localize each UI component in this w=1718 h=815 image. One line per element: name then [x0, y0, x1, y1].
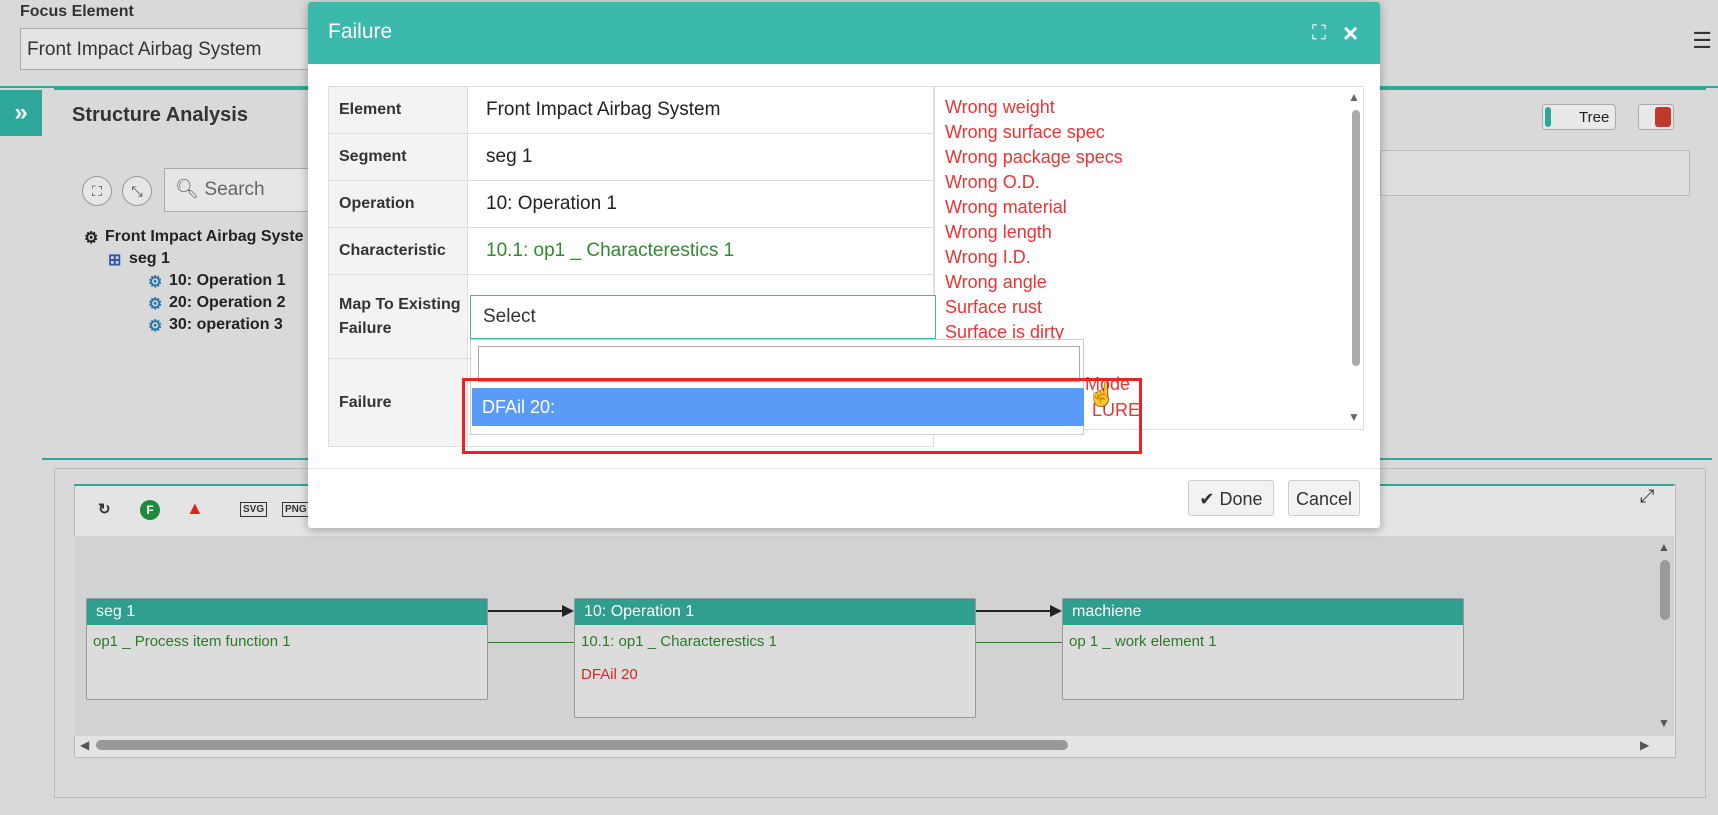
list-scroll-down-icon[interactable]: ▼ [1348, 410, 1360, 424]
search-placeholder: Search [204, 179, 265, 200]
search-field-ghost [1380, 150, 1690, 196]
dialog-title: Failure [328, 20, 393, 43]
tree-node-system[interactable]: ⚙ Front Impact Airbag Syste [84, 228, 304, 247]
expand-all-icon[interactable]: ⛶ [82, 176, 112, 206]
panel-title: Structure Analysis [72, 104, 248, 126]
failure-label: Failure [328, 358, 468, 447]
search-icon: 🔍︎ [175, 179, 200, 200]
tree-search-input[interactable]: 🔍︎ Search [164, 168, 324, 212]
operation-label: Operation [328, 180, 468, 228]
list-scroll-up-icon[interactable]: ▲ [1348, 90, 1360, 104]
segment-value: seg 1 [467, 133, 934, 181]
collapse-all-icon[interactable]: ⤡ [122, 176, 152, 206]
refresh-icon[interactable]: ↻ [98, 500, 111, 518]
sidebar-expand-button[interactable]: » [0, 90, 42, 136]
dialog-header: Failure ⛶ × [308, 2, 1380, 64]
close-icon[interactable]: × [1343, 18, 1358, 49]
focus-element-label: Focus Element [20, 3, 134, 20]
arrow-head [1050, 605, 1062, 617]
export-png-icon[interactable]: PNG [282, 502, 310, 517]
scroll-right-icon[interactable]: ▶ [1640, 738, 1649, 752]
scroll-up-icon[interactable]: ▲ [1658, 540, 1670, 554]
maximize-icon[interactable]: ⛶ [1312, 22, 1326, 45]
list-item[interactable]: Wrong O.D. [935, 170, 1363, 195]
diagram-node-operation[interactable]: 10: Operation 1 10.1: op1 _ Characterest… [574, 598, 976, 718]
node-characteristic: 10.1: op1 _ Characterestics 1 [581, 633, 777, 650]
red-toggle[interactable] [1638, 104, 1674, 130]
list-item[interactable]: Surface rust [935, 295, 1363, 320]
scroll-down-icon[interactable]: ▼ [1658, 716, 1670, 730]
list-item[interactable]: Wrong angle [935, 270, 1363, 295]
settings-sliders-icon[interactable]: ☰ [1692, 28, 1712, 54]
tree-node-operation-1[interactable]: ⚙ 10: Operation 1 [148, 272, 285, 291]
vertical-scrollbar[interactable] [1660, 560, 1670, 620]
list-item[interactable]: Wrong weight [935, 95, 1363, 120]
done-button[interactable]: ✔ Done [1188, 480, 1274, 516]
scroll-left-icon[interactable]: ◀ [80, 738, 89, 752]
gears-icon: ⚙ [84, 230, 99, 247]
link-line [976, 642, 1062, 643]
list-item[interactable]: Wrong I.D. [935, 245, 1363, 270]
connector-arrow [488, 610, 562, 612]
node-title: machiene [1063, 599, 1463, 625]
tree-toggle[interactable]: Tree [1542, 104, 1616, 130]
operation-value: 10: Operation 1 [467, 180, 934, 228]
node-work-element: op 1 _ work element 1 [1069, 633, 1217, 650]
characteristic-value: 10.1: op1 _ Characterestics 1 [467, 227, 934, 275]
arrow-head [562, 605, 574, 617]
element-value: Front Impact Airbag System [467, 86, 934, 134]
fullscreen-icon[interactable]: ⤢ [1640, 486, 1654, 507]
horizontal-scrollbar[interactable] [96, 740, 1068, 750]
node-failure: DFAil 20 [581, 666, 638, 683]
operation-icon: ⚙ [148, 318, 163, 335]
node-title: seg 1 [87, 599, 487, 625]
list-scrollbar[interactable] [1352, 110, 1360, 366]
list-item[interactable]: Wrong material [935, 195, 1363, 220]
tree-node-operation-3[interactable]: ⚙ 30: operation 3 [148, 316, 283, 335]
diagram-node-segment[interactable]: seg 1 op1 _ Process item function 1 [86, 598, 488, 700]
dropdown-search-input[interactable] [478, 346, 1080, 382]
segment-icon: ⊞ [108, 252, 122, 269]
connector-arrow [976, 610, 1050, 612]
operation-icon: ⚙ [148, 274, 163, 291]
cancel-button[interactable]: Cancel [1288, 480, 1360, 516]
link-line [488, 642, 574, 643]
segment-label: Segment [328, 133, 468, 181]
node-title: 10: Operation 1 [575, 599, 975, 625]
focus-element-field[interactable]: Front Impact Airbag System [20, 28, 320, 70]
list-item[interactable]: Wrong length [935, 220, 1363, 245]
tree-node-segment[interactable]: ⊞ seg 1 [108, 250, 170, 269]
export-svg-icon[interactable]: SVG [240, 502, 268, 517]
list-item[interactable]: Wrong surface spec [935, 120, 1363, 145]
list-item[interactable]: Wrong package specs [935, 145, 1363, 170]
element-label: Element [328, 86, 468, 134]
map-existing-label: Map To Existing Failure [328, 274, 468, 359]
node-function: op1 _ Process item function 1 [93, 633, 291, 650]
function-icon[interactable]: F [140, 500, 160, 520]
operation-icon: ⚙ [148, 296, 163, 313]
dialog-footer-divider [308, 468, 1380, 469]
diagram-node-work-element[interactable]: machiene op 1 _ work element 1 [1062, 598, 1464, 700]
check-icon: ✔ [1199, 489, 1215, 509]
map-existing-failure-select[interactable]: Select [470, 295, 936, 339]
tree-node-operation-2[interactable]: ⚙ 20: Operation 2 [148, 294, 285, 313]
highlight-annotation [462, 378, 1142, 454]
failure-warning-icon[interactable]: ▲ [186, 498, 204, 519]
failure-list: Wrong weight Wrong surface spec Wrong pa… [935, 87, 1363, 345]
hand-cursor-icon: ☝ [1088, 382, 1116, 407]
characteristic-label: Characteristic [328, 227, 468, 275]
